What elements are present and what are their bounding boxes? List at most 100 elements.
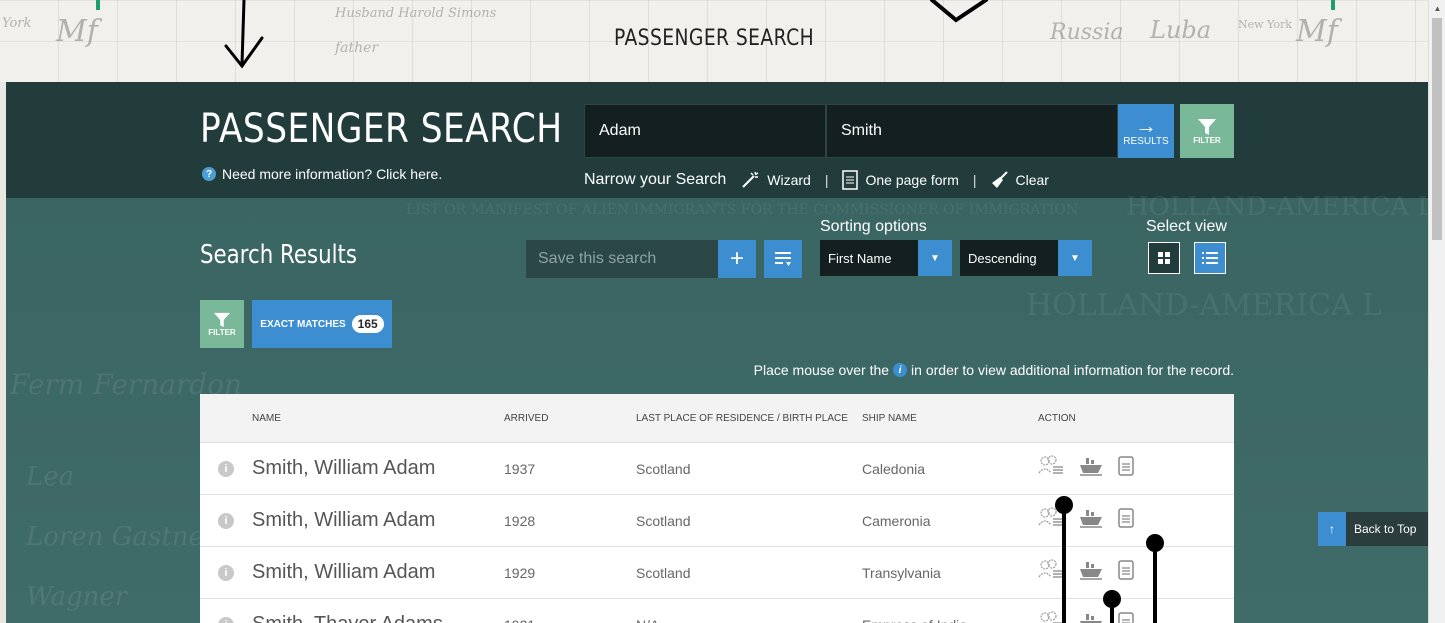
filter-button[interactable]: FILTER xyxy=(1180,104,1234,158)
clear-label: Clear xyxy=(1015,172,1049,188)
column-header-ship[interactable]: SHIP NAME xyxy=(862,413,1038,424)
one-page-form-label: One page form xyxy=(865,172,959,188)
background-ledger-text: Lea xyxy=(26,462,75,492)
page-scrollbar[interactable]: ▲ xyxy=(1428,0,1445,623)
column-header-arrived[interactable]: ARRIVED xyxy=(504,413,636,424)
grid-view-button[interactable] xyxy=(1148,242,1180,274)
ship-name: Transylvania xyxy=(862,564,941,581)
ship-record-button[interactable] xyxy=(1078,559,1104,586)
table-header: NAME ARRIVED LAST PLACE OF RESIDENCE / B… xyxy=(200,394,1234,442)
ship-record-button[interactable] xyxy=(1078,507,1104,534)
page-title: PASSENGER SEARCH xyxy=(200,106,563,152)
first-name-input[interactable]: Adam xyxy=(584,104,826,158)
document-icon xyxy=(1118,508,1134,528)
list-view-button[interactable] xyxy=(1194,242,1226,274)
arrival-year: 1928 xyxy=(504,512,536,529)
table-row[interactable]: i Smith, William Adam 1928 Scotland Cameroni… xyxy=(200,494,1234,546)
ledger-banner: York Mf Husband Harold Simons father Rus… xyxy=(0,0,1428,82)
table-row[interactable]: i Smith, William Adam 1929 Scotland Transylv… xyxy=(200,546,1234,598)
manifest-button[interactable] xyxy=(1118,560,1134,585)
info-icon[interactable]: i xyxy=(218,616,234,623)
family-icon xyxy=(1038,455,1063,474)
magic-wand-icon xyxy=(742,171,759,188)
separator: | xyxy=(824,172,829,188)
ship-record-button[interactable] xyxy=(1078,455,1104,482)
annotation-pin-head xyxy=(1055,496,1073,514)
ship-name: Empress of India xyxy=(862,617,1038,623)
broom-icon xyxy=(991,171,1008,188)
banner-scribble: Husband Harold Simons xyxy=(335,6,497,21)
saved-searches-button[interactable] xyxy=(764,240,802,278)
last-name-input[interactable]: Smith xyxy=(826,104,1118,158)
select-view-label: Select view xyxy=(1146,218,1227,235)
caret-down-icon: ▼ xyxy=(918,240,952,276)
passenger-name[interactable]: Smith, Thayer Adams xyxy=(252,613,504,623)
search-results-title: Search Results xyxy=(200,240,358,270)
column-header-name[interactable]: NAME xyxy=(252,413,504,424)
back-to-top-label: Back to Top xyxy=(1354,522,1417,536)
annotation-pin xyxy=(1062,510,1066,623)
arrival-year: 1921 xyxy=(504,617,636,623)
sort-field-select[interactable]: First Name ▼ xyxy=(820,240,952,276)
results-label: RESULTS xyxy=(1123,135,1169,147)
save-search-input[interactable]: Save this search xyxy=(526,240,718,278)
banner-scribble: Mf xyxy=(56,14,98,49)
one-page-form-link[interactable]: One page form xyxy=(842,170,959,190)
sort-field-value: First Name xyxy=(828,250,892,266)
document-icon xyxy=(842,170,859,190)
add-button[interactable]: + xyxy=(718,240,756,278)
document-icon xyxy=(1118,560,1134,580)
family-icon xyxy=(1040,611,1063,623)
table-row[interactable]: i Smith, William Adam 1937 Scotland Caledoni… xyxy=(200,442,1234,494)
family-record-button[interactable] xyxy=(1038,455,1064,482)
info-icon[interactable]: i xyxy=(218,460,234,477)
question-icon: ? xyxy=(202,167,216,181)
residence-place: N/A xyxy=(636,617,862,623)
info-icon[interactable]: i xyxy=(218,512,234,529)
sort-order-select[interactable]: Descending ▼ xyxy=(960,240,1092,276)
manifest-button[interactable] xyxy=(1118,456,1134,481)
narrow-label: Narrow your Search xyxy=(584,171,727,188)
arrow-up-icon: ↑ xyxy=(1318,512,1346,546)
background-ledger-text: Loren Gastner xyxy=(26,522,217,552)
column-header-place[interactable]: LAST PLACE OF RESIDENCE / BIRTH PLACE xyxy=(636,413,862,424)
passenger-name[interactable]: Smith, William Adam xyxy=(252,561,504,584)
info-link[interactable]: ? Need more information? Click here. xyxy=(202,166,442,182)
arrival-year: 1937 xyxy=(504,460,536,477)
arrival-year: 1929 xyxy=(504,564,536,581)
clear-link[interactable]: Clear xyxy=(991,171,1049,189)
results-filter-button[interactable]: FILTER xyxy=(200,300,244,348)
down-arrow-annotation xyxy=(930,0,988,23)
scrollbar-thumb[interactable] xyxy=(1432,18,1442,240)
exact-matches-button[interactable]: EXACT MATCHES 165 xyxy=(252,300,392,348)
document-icon xyxy=(1118,612,1134,623)
residence-place: Scotland xyxy=(636,512,691,529)
table-row[interactable]: i Smith, Thayer Adams1921N/AEmpress of In… xyxy=(200,598,1234,623)
scroll-up-icon[interactable]: ▲ xyxy=(1429,0,1445,17)
search-panel: LIST OR MANIFEST OF ALIEN IMMIGRANTS FOR… xyxy=(6,82,1428,623)
list-sort-icon xyxy=(775,252,791,266)
document-icon xyxy=(1118,456,1134,476)
ship-record-button[interactable] xyxy=(1078,611,1104,623)
list-icon xyxy=(1202,252,1218,264)
banner-marker xyxy=(1331,0,1335,10)
annotation-pin xyxy=(1153,548,1157,623)
manifest-button[interactable] xyxy=(1118,508,1134,533)
grid-icon xyxy=(1158,252,1170,264)
info-link-label: Need more information? Click here. xyxy=(222,166,443,182)
wizard-link[interactable]: Wizard xyxy=(740,171,811,189)
sort-order-value: Descending xyxy=(968,250,1037,266)
family-record-button[interactable] xyxy=(1038,611,1064,623)
info-icon[interactable]: i xyxy=(218,564,234,581)
passenger-name[interactable]: Smith, William Adam xyxy=(252,509,504,532)
plus-icon: + xyxy=(729,245,744,272)
annotation-pin-head xyxy=(1146,534,1164,552)
manifest-button[interactable] xyxy=(1118,612,1134,623)
filter-label: FILTER xyxy=(1193,135,1221,145)
ship-icon xyxy=(1080,458,1102,476)
banner-scribble: York xyxy=(2,16,32,31)
passenger-name[interactable]: Smith, William Adam xyxy=(252,457,504,480)
back-to-top-button[interactable]: ↑ Back to Top xyxy=(1318,512,1428,546)
results-button[interactable]: → RESULTS xyxy=(1118,104,1174,158)
family-record-button[interactable] xyxy=(1038,559,1064,586)
